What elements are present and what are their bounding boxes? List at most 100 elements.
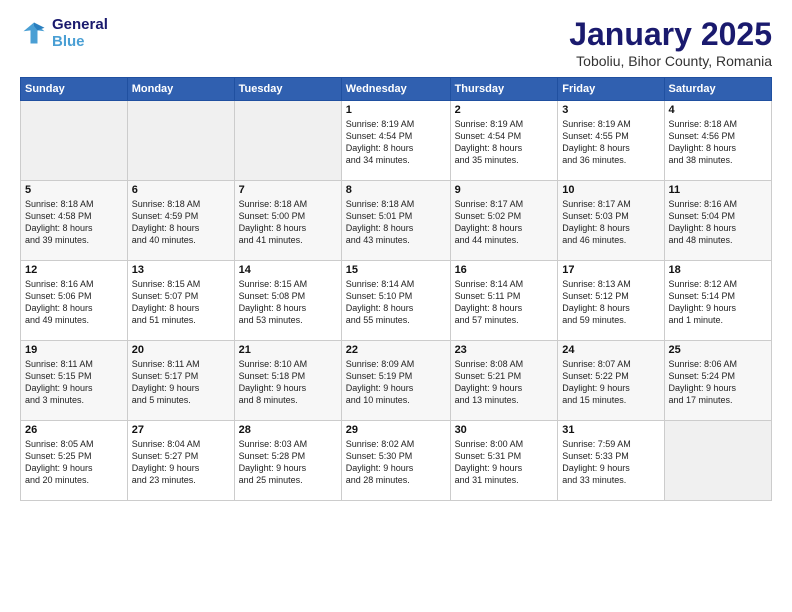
calendar-day-cell: 15 Sunrise: 8:14 AM Sunset: 5:10 PM Dayli… <box>341 261 450 341</box>
calendar-day-cell: 13 Sunrise: 8:15 AM Sunset: 5:07 PM Dayli… <box>127 261 234 341</box>
calendar-day-cell: 28 Sunrise: 8:03 AM Sunset: 5:28 PM Dayli… <box>234 421 341 501</box>
day-info: Sunrise: 8:15 AM Sunset: 5:08 PM Dayligh… <box>239 278 337 327</box>
calendar-week-row: 5 Sunrise: 8:18 AM Sunset: 4:58 PM Daylig… <box>21 181 772 261</box>
day-number: 9 <box>455 184 554 196</box>
day-number: 8 <box>346 184 446 196</box>
day-info: Sunrise: 8:13 AM Sunset: 5:12 PM Dayligh… <box>562 278 659 327</box>
day-of-week-header: Saturday <box>664 78 771 101</box>
calendar-day-cell: 17 Sunrise: 8:13 AM Sunset: 5:12 PM Dayli… <box>558 261 664 341</box>
day-info: Sunrise: 8:18 AM Sunset: 5:01 PM Dayligh… <box>346 198 446 247</box>
day-info: Sunrise: 8:03 AM Sunset: 5:28 PM Dayligh… <box>239 438 337 487</box>
day-info: Sunrise: 8:18 AM Sunset: 5:00 PM Dayligh… <box>239 198 337 247</box>
calendar-day-cell <box>664 421 771 501</box>
day-number: 21 <box>239 344 337 356</box>
day-number: 30 <box>455 424 554 436</box>
day-number: 29 <box>346 424 446 436</box>
day-info: Sunrise: 8:02 AM Sunset: 5:30 PM Dayligh… <box>346 438 446 487</box>
calendar-day-cell: 9 Sunrise: 8:17 AM Sunset: 5:02 PM Daylig… <box>450 181 558 261</box>
day-number: 25 <box>669 344 767 356</box>
day-of-week-header: Sunday <box>21 78 128 101</box>
logo-text: General Blue <box>52 16 108 50</box>
day-info: Sunrise: 8:08 AM Sunset: 5:21 PM Dayligh… <box>455 358 554 407</box>
day-info: Sunrise: 8:16 AM Sunset: 5:04 PM Dayligh… <box>669 198 767 247</box>
day-number: 18 <box>669 264 767 276</box>
calendar-day-cell: 20 Sunrise: 8:11 AM Sunset: 5:17 PM Dayli… <box>127 341 234 421</box>
day-info: Sunrise: 8:11 AM Sunset: 5:17 PM Dayligh… <box>132 358 230 407</box>
calendar-title: January 2025 <box>569 16 772 53</box>
calendar-table: SundayMondayTuesdayWednesdayThursdayFrid… <box>20 77 772 501</box>
day-number: 12 <box>25 264 123 276</box>
day-number: 20 <box>132 344 230 356</box>
calendar-day-cell: 4 Sunrise: 8:18 AM Sunset: 4:56 PM Daylig… <box>664 101 771 181</box>
calendar-title-block: January 2025 Toboliu, Bihor County, Roma… <box>569 16 772 69</box>
calendar-week-row: 12 Sunrise: 8:16 AM Sunset: 5:06 PM Dayli… <box>21 261 772 341</box>
day-info: Sunrise: 7:59 AM Sunset: 5:33 PM Dayligh… <box>562 438 659 487</box>
day-number: 28 <box>239 424 337 436</box>
calendar-day-cell: 19Sunrise: 8:11 AM Sunset: 5:15 PM Dayli… <box>21 341 128 421</box>
day-info: Sunrise: 8:15 AM Sunset: 5:07 PM Dayligh… <box>132 278 230 327</box>
day-number: 14 <box>239 264 337 276</box>
calendar-week-row: 1 Sunrise: 8:19 AM Sunset: 4:54 PM Daylig… <box>21 101 772 181</box>
day-of-week-header: Thursday <box>450 78 558 101</box>
day-number: 11 <box>669 184 767 196</box>
calendar-day-cell: 31 Sunrise: 7:59 AM Sunset: 5:33 PM Dayli… <box>558 421 664 501</box>
day-number: 23 <box>455 344 554 356</box>
calendar-day-cell: 2Sunrise: 8:19 AM Sunset: 4:54 PM Daylig… <box>450 101 558 181</box>
calendar-day-cell: 10Sunrise: 8:17 AM Sunset: 5:03 PM Dayli… <box>558 181 664 261</box>
day-info: Sunrise: 8:17 AM Sunset: 5:02 PM Dayligh… <box>455 198 554 247</box>
day-number: 2 <box>455 104 554 116</box>
calendar-day-cell: 30Sunrise: 8:00 AM Sunset: 5:31 PM Dayli… <box>450 421 558 501</box>
day-number: 6 <box>132 184 230 196</box>
day-info: Sunrise: 8:18 AM Sunset: 4:59 PM Dayligh… <box>132 198 230 247</box>
day-of-week-header: Tuesday <box>234 78 341 101</box>
day-info: Sunrise: 8:18 AM Sunset: 4:56 PM Dayligh… <box>669 118 767 167</box>
calendar-day-cell: 8 Sunrise: 8:18 AM Sunset: 5:01 PM Daylig… <box>341 181 450 261</box>
day-of-week-header: Wednesday <box>341 78 450 101</box>
day-info: Sunrise: 8:16 AM Sunset: 5:06 PM Dayligh… <box>25 278 123 327</box>
calendar-day-cell: 25Sunrise: 8:06 AM Sunset: 5:24 PM Dayli… <box>664 341 771 421</box>
calendar-week-row: 19Sunrise: 8:11 AM Sunset: 5:15 PM Dayli… <box>21 341 772 421</box>
day-info: Sunrise: 8:11 AM Sunset: 5:15 PM Dayligh… <box>25 358 123 407</box>
day-number: 16 <box>455 264 554 276</box>
day-info: Sunrise: 8:05 AM Sunset: 5:25 PM Dayligh… <box>25 438 123 487</box>
calendar-week-row: 26Sunrise: 8:05 AM Sunset: 5:25 PM Dayli… <box>21 421 772 501</box>
day-number: 1 <box>346 104 446 116</box>
calendar-subtitle: Toboliu, Bihor County, Romania <box>569 53 772 69</box>
day-number: 31 <box>562 424 659 436</box>
day-number: 24 <box>562 344 659 356</box>
calendar-day-cell: 27Sunrise: 8:04 AM Sunset: 5:27 PM Dayli… <box>127 421 234 501</box>
day-number: 7 <box>239 184 337 196</box>
calendar-day-cell: 12 Sunrise: 8:16 AM Sunset: 5:06 PM Dayli… <box>21 261 128 341</box>
day-of-week-header: Friday <box>558 78 664 101</box>
page-header: General Blue January 2025 Toboliu, Bihor… <box>20 16 772 69</box>
day-info: Sunrise: 8:14 AM Sunset: 5:11 PM Dayligh… <box>455 278 554 327</box>
day-number: 15 <box>346 264 446 276</box>
day-number: 13 <box>132 264 230 276</box>
calendar-day-cell: 23 Sunrise: 8:08 AM Sunset: 5:21 PM Dayli… <box>450 341 558 421</box>
calendar-day-cell: 6 Sunrise: 8:18 AM Sunset: 4:59 PM Daylig… <box>127 181 234 261</box>
logo-icon <box>20 19 48 47</box>
calendar-day-cell: 14 Sunrise: 8:15 AM Sunset: 5:08 PM Dayli… <box>234 261 341 341</box>
calendar-day-cell: 5 Sunrise: 8:18 AM Sunset: 4:58 PM Daylig… <box>21 181 128 261</box>
day-number: 22 <box>346 344 446 356</box>
calendar-day-cell <box>127 101 234 181</box>
day-info: Sunrise: 8:09 AM Sunset: 5:19 PM Dayligh… <box>346 358 446 407</box>
day-info: Sunrise: 8:19 AM Sunset: 4:54 PM Dayligh… <box>346 118 446 167</box>
calendar-day-cell: 26Sunrise: 8:05 AM Sunset: 5:25 PM Dayli… <box>21 421 128 501</box>
day-number: 27 <box>132 424 230 436</box>
calendar-day-cell: 18 Sunrise: 8:12 AM Sunset: 5:14 PM Dayli… <box>664 261 771 341</box>
day-number: 5 <box>25 184 123 196</box>
day-number: 4 <box>669 104 767 116</box>
day-info: Sunrise: 8:18 AM Sunset: 4:58 PM Dayligh… <box>25 198 123 247</box>
day-info: Sunrise: 8:12 AM Sunset: 5:14 PM Dayligh… <box>669 278 767 327</box>
calendar-day-cell: 7 Sunrise: 8:18 AM Sunset: 5:00 PM Daylig… <box>234 181 341 261</box>
calendar-day-cell <box>234 101 341 181</box>
day-info: Sunrise: 8:10 AM Sunset: 5:18 PM Dayligh… <box>239 358 337 407</box>
day-number: 3 <box>562 104 659 116</box>
calendar-day-cell <box>21 101 128 181</box>
day-number: 17 <box>562 264 659 276</box>
day-info: Sunrise: 8:07 AM Sunset: 5:22 PM Dayligh… <box>562 358 659 407</box>
calendar-day-cell: 22 Sunrise: 8:09 AM Sunset: 5:19 PM Dayli… <box>341 341 450 421</box>
day-info: Sunrise: 8:14 AM Sunset: 5:10 PM Dayligh… <box>346 278 446 327</box>
calendar-day-cell: 1 Sunrise: 8:19 AM Sunset: 4:54 PM Daylig… <box>341 101 450 181</box>
